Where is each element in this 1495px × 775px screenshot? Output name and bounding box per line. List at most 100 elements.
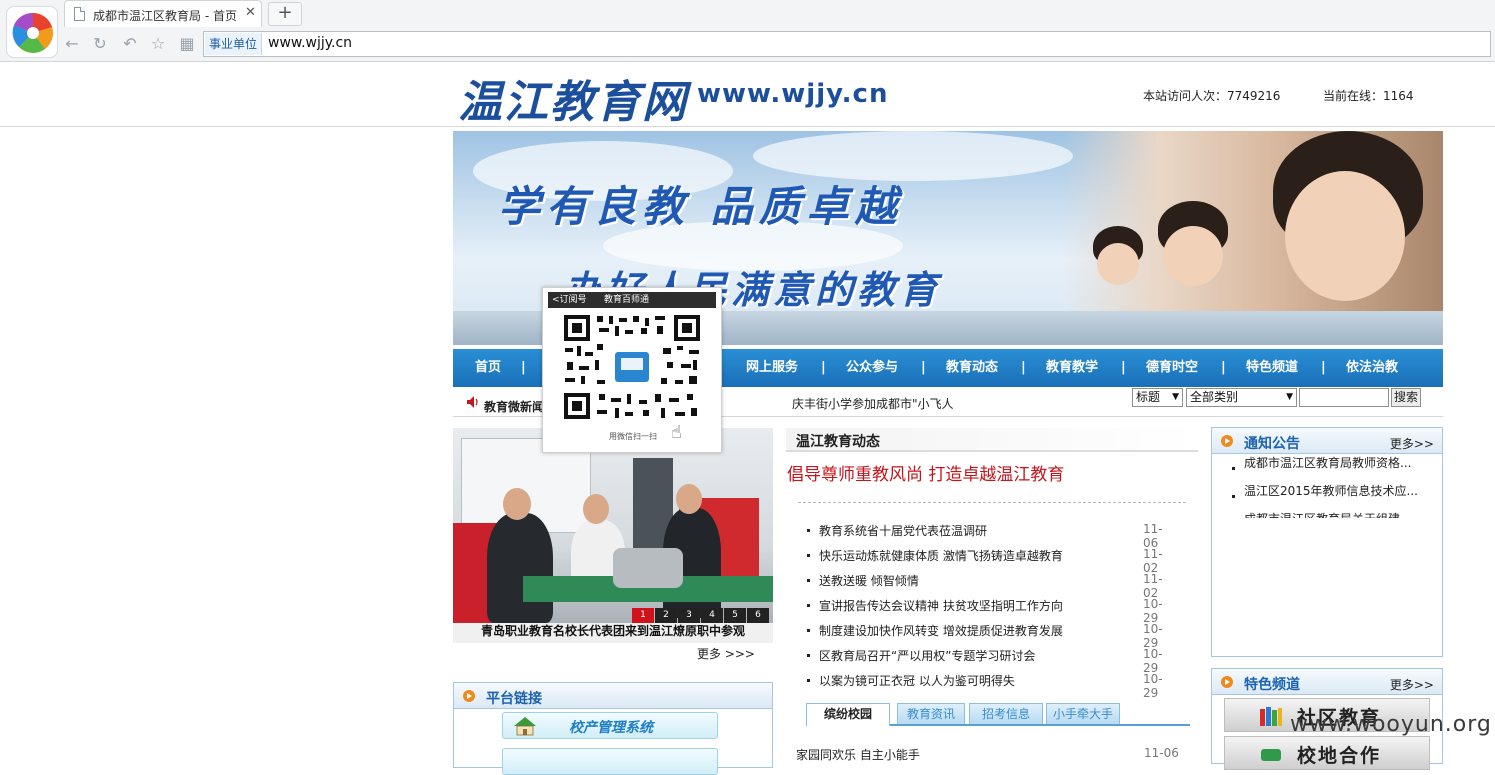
platform-link-2[interactable] xyxy=(502,748,718,775)
list-item[interactable]: 教育系统省十届党代表莅温调研 11-06 xyxy=(807,522,1177,550)
qr-back-label: <订阅号 xyxy=(552,295,587,305)
features-header: 特色频道 更多>> xyxy=(1211,668,1443,695)
browser-chrome: 成都市温江区教育局 - 首页 ✕ + ← ↻ ↶ ☆ ▦ 事业单位 www.wj… xyxy=(0,0,1495,62)
nav-item-law[interactable]: 依法治教 xyxy=(1346,349,1398,387)
asset-management-link[interactable]: 校产管理系统 xyxy=(502,712,718,739)
tab-campus[interactable]: 缤纷校园 xyxy=(806,703,890,726)
dashed-divider xyxy=(798,502,1186,503)
school-cooperation-button[interactable]: 校地合作 xyxy=(1224,736,1430,770)
list-item[interactable]: 成都市温江区教育局关于组建... xyxy=(1224,510,1434,518)
nav-separator: | xyxy=(521,360,526,375)
list-item[interactable]: 以案为镜可正衣冠 以人为鉴可明得失 10-29 xyxy=(807,672,1177,700)
list-item[interactable]: 快乐运动炼就健康体质 激情飞扬铸造卓越教育 11-02 xyxy=(807,547,1177,575)
platform-links-title: 平台链接 xyxy=(486,691,542,707)
platform-links-header: 平台链接 xyxy=(453,682,773,709)
search-input[interactable] xyxy=(1299,388,1389,407)
hand-pointer-icon: ☝ xyxy=(671,422,682,443)
page-icon xyxy=(74,7,85,21)
undo-icon[interactable]: ↶ xyxy=(120,34,140,54)
ticker-label: 教育微新闻 xyxy=(484,400,545,414)
apps-grid-icon[interactable]: ▦ xyxy=(177,34,197,54)
nav-separator: | xyxy=(1221,360,1226,375)
ticker-news-link[interactable]: 庆丰街小学参加成都市"小飞人 xyxy=(792,395,954,412)
speaker-icon xyxy=(467,396,478,408)
address-url[interactable]: www.wjjy.cn xyxy=(268,35,352,51)
star-icon[interactable]: ☆ xyxy=(148,34,168,54)
slide-button[interactable]: 5 xyxy=(724,608,746,623)
dropdown-arrow-icon: ▼ xyxy=(1286,392,1293,402)
watermark: www.wooyun.org xyxy=(1290,712,1492,737)
new-tab-button[interactable]: + xyxy=(268,2,302,26)
sub-tab-news-date: 11-06 xyxy=(1144,746,1179,760)
list-item[interactable]: 宣讲报告传达会议精神 扶贫攻坚指明工作方向 10-29 xyxy=(807,597,1177,625)
nav-item-featured[interactable]: 特色频道 xyxy=(1246,349,1298,387)
slide-button[interactable]: 1 xyxy=(632,608,654,623)
back-icon[interactable]: ← xyxy=(62,34,82,54)
books-icon xyxy=(1260,707,1282,726)
close-icon[interactable]: ✕ xyxy=(245,5,256,20)
notices-box: 成都市温江区教育局教师资格... 温江区2015年教师信息技术应... 成都市温… xyxy=(1211,454,1443,657)
nav-item-moral-education[interactable]: 德育时空 xyxy=(1146,349,1198,387)
nav-separator: | xyxy=(821,360,826,375)
notices-more-link[interactable]: 更多>> xyxy=(1390,435,1434,452)
nav-separator: | xyxy=(1021,360,1026,375)
banner-slogan-1: 学有良教 品质卓越 xyxy=(498,182,903,231)
address-bar[interactable]: 事业单位 www.wjjy.cn xyxy=(203,31,1491,57)
arrow-bullet-icon xyxy=(1221,676,1233,688)
features-title: 特色频道 xyxy=(1244,677,1300,693)
browser-tab[interactable]: 成都市温江区教育局 - 首页 ✕ xyxy=(64,0,262,27)
qr-code-popup[interactable]: <订阅号 教育百师通 用微信扫一扫 ☝ xyxy=(542,287,722,453)
nav-item-public-participation[interactable]: 公众参与 xyxy=(846,349,898,387)
slide-button[interactable]: 3 xyxy=(678,608,700,623)
photo-caption[interactable]: 青岛职业教育名校长代表团来到温江燎原职中参观 xyxy=(453,623,773,643)
headline-link[interactable]: 倡导尊师重教风尚 打造卓越温江教育 xyxy=(787,460,1064,485)
list-item[interactable]: 区教育局召开“严以用权”专题学习研讨会 10-29 xyxy=(807,647,1177,675)
online-counter: 当前在线：1164 xyxy=(1323,89,1414,103)
qr-code-icon xyxy=(563,314,701,420)
browser-logo-icon[interactable] xyxy=(6,6,58,58)
news-photo[interactable] xyxy=(453,428,773,623)
visit-counter: 本站访问人次：7749216 xyxy=(1143,89,1281,103)
slide-button[interactable]: 4 xyxy=(701,608,723,623)
nav-item-online-service[interactable]: 网上服务 xyxy=(746,349,798,387)
center-news-header: 温江教育动态 xyxy=(786,428,1198,452)
nav-item-home[interactable]: 首页 xyxy=(475,349,501,387)
nav-item-education-news[interactable]: 教育动态 xyxy=(946,349,998,387)
search-scope-select[interactable]: 标题 ▼ xyxy=(1132,388,1183,407)
list-item[interactable]: 送教送暖 倾智倾情 11-02 xyxy=(807,572,1177,600)
refresh-icon[interactable]: ↻ xyxy=(90,34,110,54)
platform-links-box: 校产管理系统 xyxy=(453,708,773,775)
list-item[interactable]: 成都市温江区教育局教师资格... xyxy=(1224,454,1434,472)
list-item[interactable]: 温江区2015年教师信息技术应... xyxy=(1224,482,1434,500)
qr-caption: 用微信扫一扫 xyxy=(609,432,657,441)
tab-hand-in-hand[interactable]: 小手牵大手 xyxy=(1046,703,1120,724)
header-divider xyxy=(0,126,1495,127)
tab-education-info[interactable]: 教育资讯 xyxy=(897,703,965,724)
site-url: www.wjjy.cn xyxy=(697,79,889,109)
address-badge[interactable]: 事业单位 xyxy=(205,33,263,55)
nav-item-teaching[interactable]: 教育教学 xyxy=(1046,349,1098,387)
search-category-select[interactable]: 全部类别 ▼ xyxy=(1186,388,1297,407)
features-more-link[interactable]: 更多>> xyxy=(1390,676,1434,693)
center-news-title: 温江教育动态 xyxy=(796,434,880,450)
qr-popup-header: <订阅号 教育百师通 xyxy=(548,292,716,308)
sub-tabs: 缤纷校园 教育资讯 招考信息 小手牵大手 xyxy=(806,703,1190,726)
house-icon xyxy=(514,717,536,736)
dropdown-arrow-icon: ▼ xyxy=(1172,392,1179,402)
search-button[interactable]: 搜索 xyxy=(1391,388,1421,407)
site-logo[interactable]: 温江教育网 xyxy=(458,66,688,130)
slide-button[interactable]: 2 xyxy=(655,608,677,623)
tab-exam-info[interactable]: 招考信息 xyxy=(969,703,1043,724)
qr-title: 教育百师通 xyxy=(604,295,650,305)
link-label: 校产管理系统 xyxy=(569,720,653,736)
photo-more-link[interactable]: 更多 >>> xyxy=(697,645,755,662)
notices-header: 通知公告 更多>> xyxy=(1211,427,1443,454)
arrow-bullet-icon xyxy=(463,690,475,702)
arrow-bullet-icon xyxy=(1221,435,1233,447)
tab-title: 成都市温江区教育局 - 首页 xyxy=(93,9,237,23)
list-item[interactable]: 制度建设加快作风转变 增效提质促进教育发展 10-29 xyxy=(807,622,1177,650)
slide-button[interactable]: 6 xyxy=(747,608,769,623)
handshake-icon xyxy=(1261,749,1281,761)
nav-separator: | xyxy=(921,360,926,375)
notices-title: 通知公告 xyxy=(1244,436,1300,452)
